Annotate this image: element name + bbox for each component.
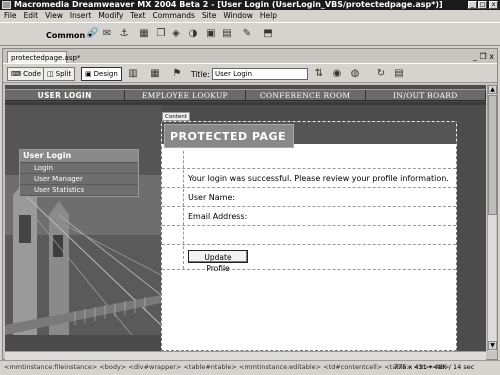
preview-browser-icon[interactable]: ◉ — [331, 68, 343, 80]
email-icon[interactable]: ✉ — [101, 28, 113, 40]
table-cell — [162, 151, 184, 168]
nav-in-out-board[interactable]: IN/OUT BOARD — [366, 90, 486, 100]
content-region: PROTECTED PAGE Your login was successful… — [161, 121, 457, 351]
title-label: Title: — [191, 70, 210, 79]
tag-chooser-icon[interactable]: ✎ — [241, 28, 253, 40]
design-view-button[interactable]: ▣ Design — [81, 67, 122, 81]
vertical-scrollbar[interactable]: ▲ ▼ — [487, 85, 497, 351]
user-login-menu: User Login Login User Manager User Stati… — [19, 149, 139, 197]
template-icon[interactable]: ⬒ — [262, 28, 274, 40]
code-view-button[interactable]: ⌨ Code — [7, 67, 46, 81]
email-address-label: Email Address: — [188, 212, 248, 221]
minimize-button[interactable]: _ — [468, 1, 477, 9]
user-name-label: User Name: — [188, 193, 236, 202]
menu-file[interactable]: File — [4, 11, 17, 20]
link-icon[interactable]: 🔗 — [86, 28, 98, 40]
menu-commands[interactable]: Commands — [152, 11, 194, 20]
table-row: Email Address: — [162, 208, 456, 226]
menu-bar: File Edit View Insert Modify Text Comman… — [0, 10, 500, 21]
update-profile-button[interactable]: Update Profile — [188, 250, 248, 273]
insert-toolbar: Common ▾ 🔗 ✉ ⚓ ▦ ❒ ◈ ◑ ▣ ▤ ✎ ⬒ — [0, 22, 500, 46]
media-icon[interactable]: ◑ — [187, 28, 199, 40]
document-window: protectedpage.asp* _ ❐ x ⌨ Code ◫ Split ▣ D… — [2, 48, 498, 360]
code-icon: ⌨ — [11, 70, 22, 78]
view-options-icon[interactable]: ◍ — [349, 68, 361, 80]
menu-insert[interactable]: Insert — [70, 11, 92, 20]
horizontal-scrollbar[interactable] — [5, 351, 486, 360]
document-toolbar: ⌨Code ◫Split ▣Design ▥ ▦ ⚑ Title: ⇅ ◉ ◍ … — [3, 63, 497, 83]
validate-icon[interactable]: ⚑ — [171, 68, 183, 80]
split-view-button[interactable]: ◫ Split — [43, 67, 76, 81]
page-title-input[interactable] — [212, 68, 308, 80]
menu-modify[interactable]: Modify — [98, 11, 123, 20]
table-cell — [162, 246, 184, 269]
table-row: Your login was successful. Please review… — [162, 170, 456, 188]
server-side-include-icon[interactable]: ▤ — [221, 28, 233, 40]
menu-link-user-statistics[interactable]: User Statistics — [20, 185, 138, 196]
menu-view[interactable]: View — [45, 11, 63, 20]
menu-site[interactable]: Site — [202, 11, 216, 20]
scroll-up-icon[interactable]: ▲ — [488, 85, 497, 94]
table-row — [162, 227, 456, 245]
menu-link-login[interactable]: Login — [20, 163, 138, 174]
login-success-message: Your login was successful. Please review… — [188, 174, 449, 183]
editable-region-label: Content — [162, 112, 190, 121]
status-bar: <mmtinstance:fileinstance> <body> <div#w… — [0, 360, 500, 375]
menu-help[interactable]: Help — [260, 11, 277, 20]
date-icon[interactable]: ▣ — [205, 28, 217, 40]
scroll-down-icon[interactable]: ▼ — [488, 341, 497, 350]
document-window-controls[interactable]: _ ❐ x — [473, 52, 494, 61]
menu-edit[interactable]: Edit — [24, 11, 39, 20]
design-canvas: USER LOGIN EMPLOYEE LOOKUP CONFERENCE RO… — [5, 85, 486, 351]
visual-aids-icon[interactable]: ▤ — [393, 68, 405, 80]
table-cell — [162, 170, 184, 187]
maximize-button[interactable]: □ — [478, 1, 487, 9]
refresh-icon[interactable]: ↻ — [375, 68, 387, 80]
table-row — [162, 151, 456, 169]
app-icon — [2, 1, 11, 9]
menu-window[interactable]: Window — [223, 11, 253, 20]
layer-icon[interactable]: ❒ — [155, 28, 167, 40]
tag-selector[interactable]: <mmtinstance:fileinstance> <body> <div#w… — [4, 363, 450, 371]
left-panel: User Login Login User Manager User Stati… — [5, 105, 161, 351]
window-title-bar: Macromedia Dreamweaver MX 2004 Beta 2 - … — [0, 0, 500, 10]
table-cell — [162, 227, 184, 244]
scroll-thumb[interactable] — [488, 95, 497, 215]
table-cell — [162, 189, 184, 206]
page-heading: PROTECTED PAGE — [170, 130, 287, 143]
menu-link-user-manager[interactable]: User Manager — [20, 174, 138, 185]
design-icon: ▣ — [85, 70, 92, 78]
live-data-icon[interactable]: ▦ — [149, 68, 161, 80]
window-title: Macromedia Dreamweaver MX 2004 Beta 2 - … — [14, 0, 443, 9]
nav-conference-room[interactable]: CONFERENCE ROOM — [246, 90, 366, 100]
window-size-info[interactable]: 775 x 431 ▾ 48K / 14 sec — [394, 363, 474, 371]
anchor-icon[interactable]: ⚓ — [118, 28, 130, 40]
menu-text[interactable]: Text — [130, 11, 145, 20]
document-tab[interactable]: protectedpage.asp* — [7, 51, 80, 63]
nav-user-login[interactable]: USER LOGIN — [5, 90, 126, 100]
close-button[interactable]: x — [489, 1, 498, 9]
bridge-photo — [5, 175, 161, 351]
split-icon: ◫ — [47, 70, 54, 78]
image-icon[interactable]: ◈ — [170, 28, 182, 40]
table-icon[interactable]: ▦ — [138, 28, 150, 40]
table-row: User Name: — [162, 189, 456, 207]
file-management-icon[interactable]: ⇅ — [313, 68, 325, 80]
table-cell — [162, 208, 184, 225]
nav-employee-lookup[interactable]: EMPLOYEE LOOKUP — [125, 90, 246, 100]
user-menu-title: User Login — [20, 150, 138, 163]
server-debug-icon[interactable]: ▥ — [127, 68, 139, 80]
site-nav: USER LOGIN EMPLOYEE LOOKUP CONFERENCE RO… — [5, 89, 486, 101]
